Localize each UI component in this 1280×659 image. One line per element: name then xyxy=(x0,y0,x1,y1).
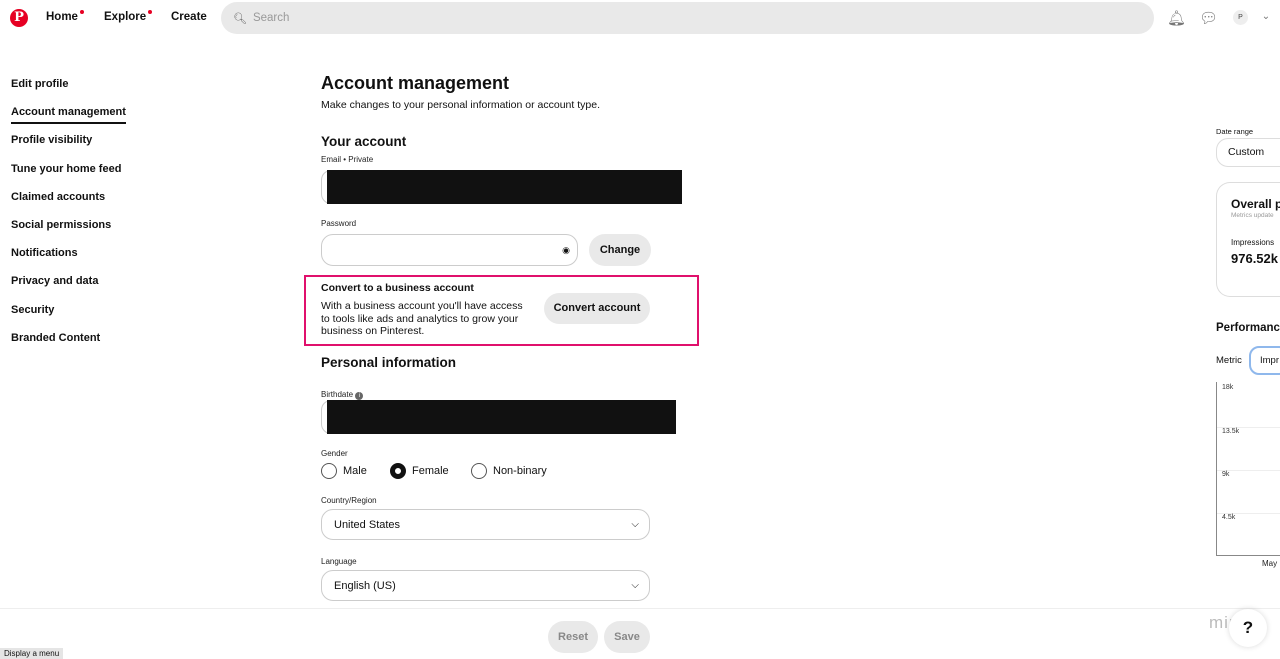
metric-select[interactable]: Impr xyxy=(1249,346,1280,375)
status-tooltip: Display a menu xyxy=(0,648,64,659)
redacted-birthdate xyxy=(327,400,676,434)
overall-title: Overall p xyxy=(1231,197,1280,211)
radio-label: Male xyxy=(343,465,367,477)
gender-radio-non-binary[interactable]: Non-binary xyxy=(471,463,547,479)
password-field[interactable]: ◉ xyxy=(321,234,578,266)
impressions-label: Impressions xyxy=(1231,238,1275,247)
sidebar-item-edit-profile[interactable]: Edit profile xyxy=(11,76,126,104)
info-icon[interactable]: i xyxy=(355,392,364,400)
settings-sidebar: Edit profile Account management Profile … xyxy=(11,76,126,358)
nav-explore[interactable]: Explore xyxy=(104,10,153,23)
date-range-select[interactable]: Custom xyxy=(1216,138,1280,167)
sidebar-item-label: Branded Content xyxy=(11,331,101,344)
sidebar-item-social-permissions[interactable]: Social permissions xyxy=(11,217,126,245)
reset-button[interactable]: Reset xyxy=(548,621,598,653)
country-label: Country/Region xyxy=(321,496,377,505)
language-select[interactable]: English (US) ⌵ xyxy=(321,570,650,601)
save-button[interactable]: Save xyxy=(604,621,650,653)
sidebar-item-label: Claimed accounts xyxy=(11,190,106,203)
notification-dot xyxy=(148,10,153,14)
language-label: Language xyxy=(321,557,357,566)
notification-dot xyxy=(79,10,84,14)
sidebar-item-label: Account management xyxy=(11,106,126,125)
nav-create[interactable]: Create xyxy=(171,11,207,23)
chevron-down-icon[interactable]: ⌄ xyxy=(1257,11,1275,29)
y-tick: 13.5k xyxy=(1222,428,1240,435)
gender-label: Gender xyxy=(321,449,348,458)
radio-circle[interactable] xyxy=(471,463,487,479)
sidebar-item-profile-visibility[interactable]: Profile visibility xyxy=(11,132,126,160)
search-input[interactable]: 🔍︎ Search xyxy=(221,2,1154,34)
sidebar-item-label: Profile visibility xyxy=(11,134,93,147)
sidebar-item-security[interactable]: Security xyxy=(11,302,126,330)
sidebar-item-label: Notifications xyxy=(11,247,78,260)
sidebar-item-label: Tune your home feed xyxy=(11,162,122,175)
country-value: United States xyxy=(334,518,401,531)
change-password-button[interactable]: Change xyxy=(589,234,651,266)
sidebar-item-label: Edit profile xyxy=(11,78,69,90)
redacted-email xyxy=(327,170,682,204)
sidebar-item-claimed-accounts[interactable]: Claimed accounts xyxy=(11,189,126,217)
top-nav-bar: P Home Explore Create 🔍︎ Search 🔔︎ 💬︎ P ⌄ xyxy=(0,0,1280,36)
your-account-heading: Your account xyxy=(321,134,407,149)
radio-circle[interactable] xyxy=(321,463,337,479)
gender-radio-female[interactable]: Female xyxy=(390,463,449,479)
search-placeholder: Search xyxy=(252,12,290,24)
avatar[interactable]: P xyxy=(1233,10,1248,25)
eye-icon[interactable]: ◉ xyxy=(562,245,570,256)
radio-label: Female xyxy=(412,465,449,477)
convert-account-button[interactable]: Convert account xyxy=(544,293,650,324)
radio-label: Non-binary xyxy=(493,465,547,477)
radio-circle-selected[interactable] xyxy=(390,463,406,479)
personal-info-heading: Personal information xyxy=(321,355,457,370)
language-value: English (US) xyxy=(334,579,396,592)
email-label: Email • Private xyxy=(321,155,374,164)
chevron-down-icon: ⌵ xyxy=(631,580,639,591)
birthdate-label-text: Birthdate xyxy=(321,390,354,399)
password-label: Password xyxy=(321,219,357,228)
bell-icon[interactable]: 🔔︎ xyxy=(1167,9,1186,27)
country-select[interactable]: United States ⌵ xyxy=(321,509,650,540)
impressions-value: 976.52k xyxy=(1231,251,1278,266)
sidebar-item-tune-home-feed[interactable]: Tune your home feed xyxy=(11,161,126,189)
nav-explore-label: Explore xyxy=(104,11,147,23)
chat-icon[interactable]: 💬︎ xyxy=(1199,9,1218,27)
help-button[interactable]: ? xyxy=(1229,609,1267,647)
chevron-down-icon: ⌵ xyxy=(631,519,639,530)
business-description: With a business account you'll have acce… xyxy=(321,300,523,337)
metric-label: Metric xyxy=(1216,355,1242,366)
y-tick: 4.5k xyxy=(1222,514,1236,521)
sidebar-item-label: Privacy and data xyxy=(11,275,99,288)
sidebar-item-account-management[interactable]: Account management xyxy=(11,104,126,132)
search-icon: 🔍︎ xyxy=(233,12,247,25)
page-subtitle: Make changes to your personal informatio… xyxy=(321,99,600,111)
performance-chart-axes xyxy=(1216,382,1280,556)
sidebar-item-branded-content[interactable]: Branded Content xyxy=(11,330,126,358)
metrics-updated-text: Metrics update xyxy=(1231,212,1274,219)
y-tick: 9k xyxy=(1222,471,1230,478)
sidebar-item-privacy-data[interactable]: Privacy and data xyxy=(11,273,126,301)
gender-radio-male[interactable]: Male xyxy=(321,463,367,479)
y-tick: 18k xyxy=(1222,384,1234,391)
x-tick: May xyxy=(1262,559,1278,568)
date-range-label: Date range xyxy=(1216,127,1254,136)
nav-home-label: Home xyxy=(46,11,78,23)
nav-home[interactable]: Home xyxy=(46,10,84,23)
page-title: Account management xyxy=(321,73,510,93)
sidebar-item-label: Security xyxy=(11,303,55,316)
birthdate-label: Birthdate i xyxy=(321,390,364,400)
pinterest-logo[interactable]: P xyxy=(10,9,28,27)
sidebar-item-label: Social permissions xyxy=(11,218,112,231)
business-title: Convert to a business account xyxy=(321,282,474,294)
sidebar-item-notifications[interactable]: Notifications xyxy=(11,245,126,273)
overall-performance-card: Overall p Metrics update Impressions 976… xyxy=(1216,182,1280,297)
performance-heading: Performanc xyxy=(1216,322,1280,334)
